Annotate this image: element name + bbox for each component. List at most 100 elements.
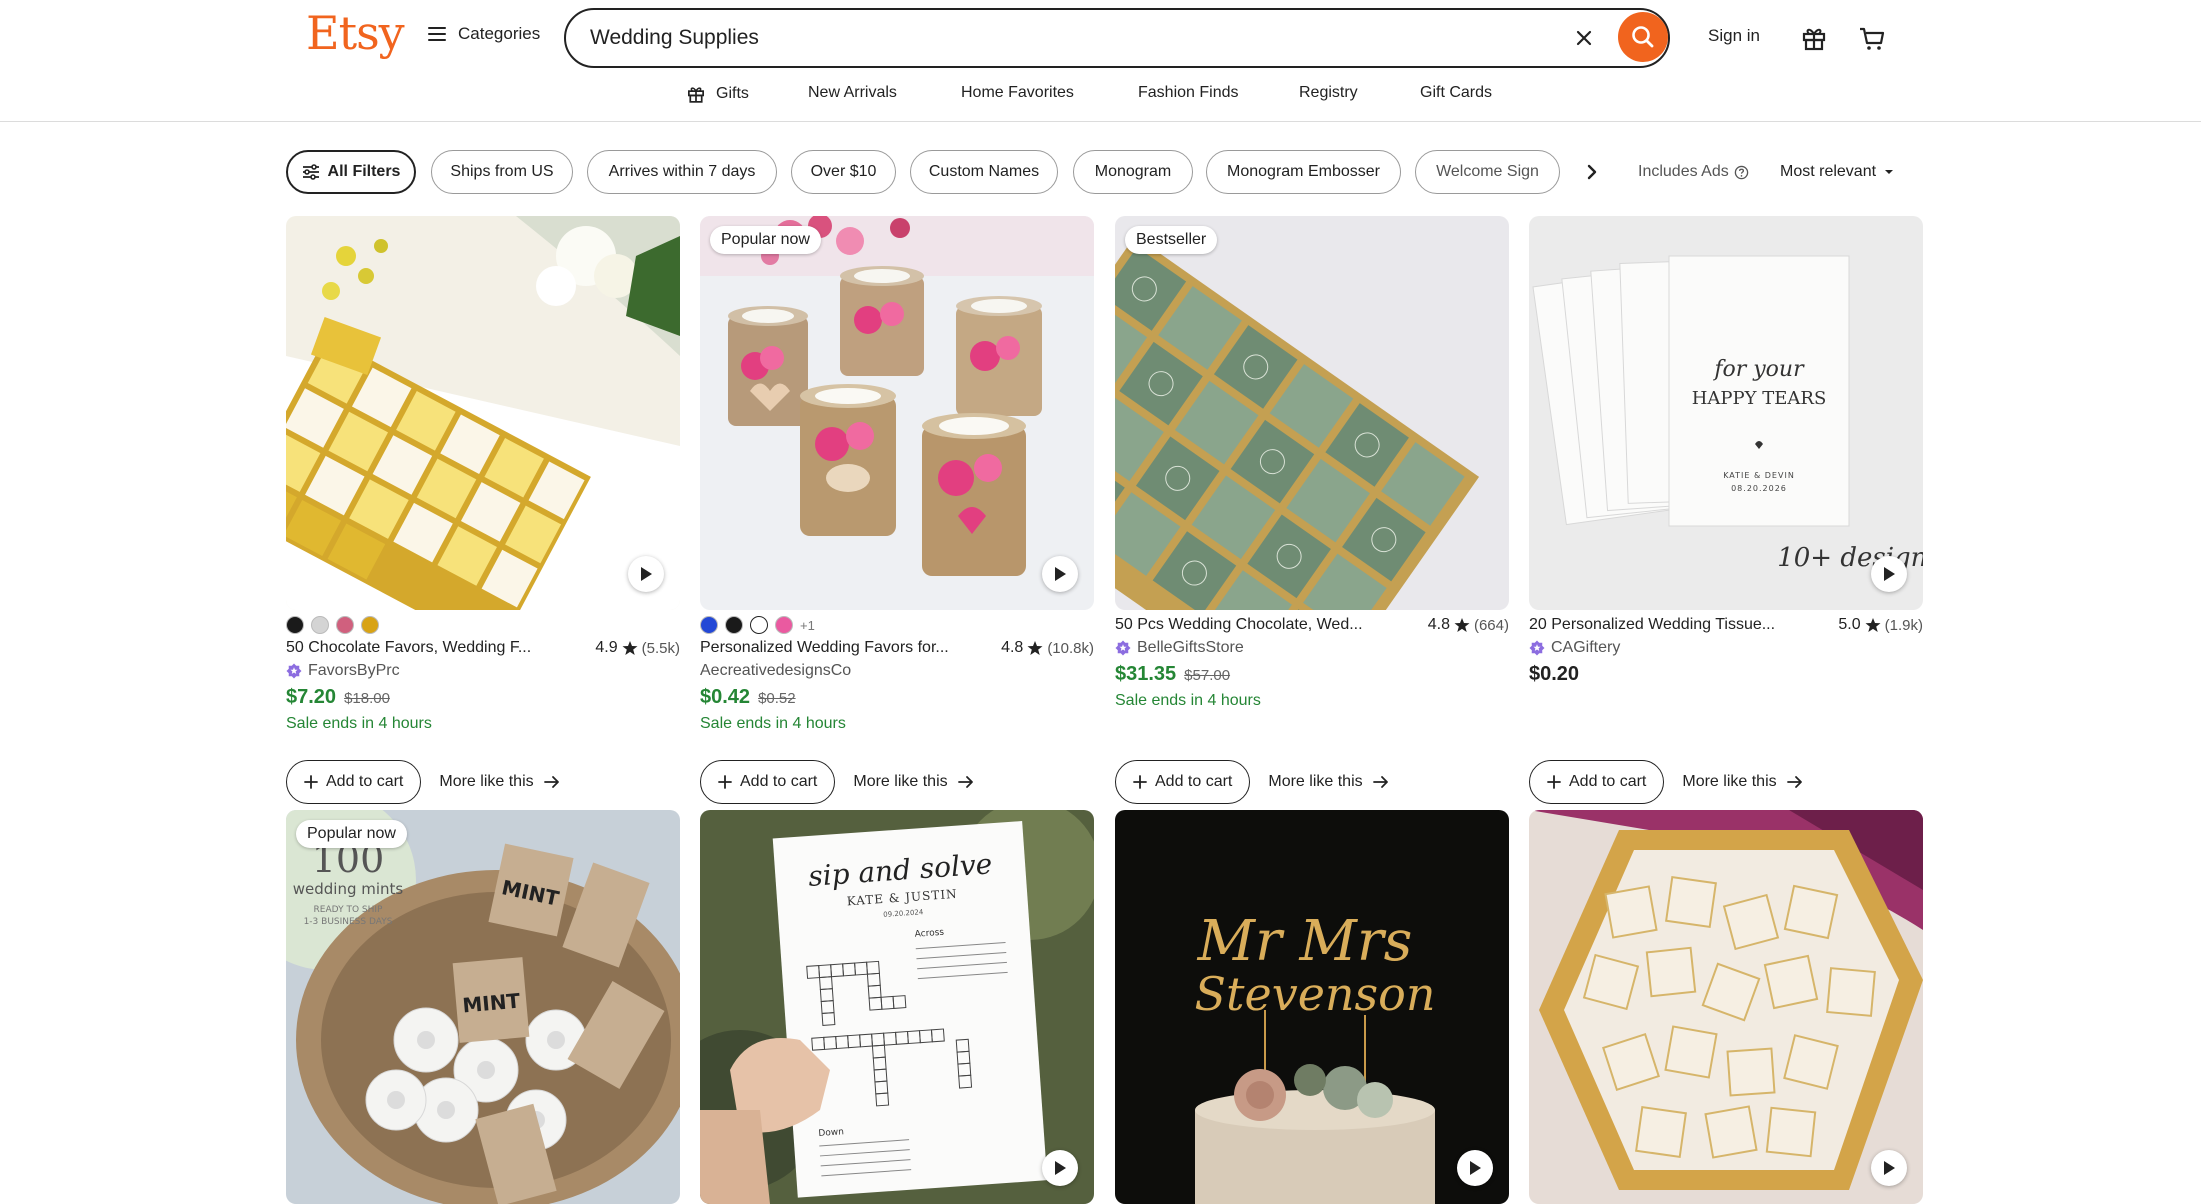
nav-home-favorites[interactable]: Home Favorites (961, 84, 1074, 102)
nav-registry[interactable]: Registry (1299, 84, 1358, 102)
color-swatches (286, 616, 379, 634)
product-card: 50 Chocolate Favors, Wedding F... 4.9 (5… (286, 216, 680, 804)
more-like-this-link[interactable]: More like this (1268, 773, 1388, 791)
chip-arrives-7-days[interactable]: Arrives within 7 days (587, 150, 777, 194)
add-to-cart-button[interactable]: Add to cart (286, 760, 422, 804)
rating: 4.9 (5.5k) (595, 639, 680, 657)
sale-ends-text: Sale ends in 4 hours (286, 715, 432, 732)
search-button[interactable] (1618, 12, 1668, 62)
categories-button[interactable]: Categories (428, 24, 540, 44)
color-swatch[interactable] (311, 616, 329, 634)
etsy-logo[interactable]: Etsy (306, 6, 405, 60)
chip-label: Custom Names (928, 163, 1040, 180)
product-image[interactable]: sip and solve KATE & JUSTIN 09.20.2024 A… (700, 810, 1094, 1204)
chip-custom-names[interactable]: Custom Names (910, 150, 1058, 194)
product-card: sip and solve KATE & JUSTIN 09.20.2024 A… (700, 810, 1094, 1204)
sale-price: $31.35 (1115, 663, 1177, 685)
color-swatch[interactable] (700, 616, 718, 634)
color-swatch[interactable] (750, 616, 768, 634)
play-video-button[interactable] (1042, 1150, 1078, 1186)
product-image[interactable]: MINT MINT 100 wedding mints READY TO SHI… (286, 810, 680, 1204)
chip-monogram-embosser[interactable]: Monogram Embosser (1206, 150, 1401, 194)
nav-fashion-finds[interactable]: Fashion Finds (1138, 84, 1239, 102)
review-count: (1.9k) (1884, 616, 1923, 634)
more-like-this-label: More like this (1268, 773, 1363, 790)
play-video-button[interactable] (1871, 556, 1907, 592)
product-image[interactable]: Popular now (700, 216, 1094, 610)
add-to-cart-button[interactable]: Add to cart (700, 760, 836, 804)
chip-monogram[interactable]: Monogram (1073, 150, 1193, 194)
mints-days-text: 1-3 BUSINESS DAYS (304, 917, 393, 927)
mints-ship-text: READY TO SHIP (314, 905, 383, 915)
nav-gifts[interactable]: Gifts (686, 84, 749, 104)
sort-dropdown[interactable]: Most relevant (1780, 163, 1894, 181)
sale-ends-text: Sale ends in 4 hours (1115, 692, 1261, 709)
product-title[interactable]: Personalized Wedding Favors for... (700, 639, 949, 657)
shop-name[interactable]: FavorsByPrc (286, 662, 400, 680)
add-to-cart-button[interactable]: Add to cart (1115, 760, 1251, 804)
more-like-this-link[interactable]: More like this (439, 773, 559, 791)
add-to-cart-label: Add to cart (1155, 773, 1233, 790)
product-title[interactable]: 50 Chocolate Favors, Wedding F... (286, 639, 531, 657)
color-swatch[interactable] (361, 616, 379, 634)
color-swatch[interactable] (286, 616, 304, 634)
play-video-button[interactable] (1042, 556, 1078, 592)
review-count: (664) (1473, 616, 1509, 634)
add-to-cart-button[interactable]: Add to cart (1529, 760, 1665, 804)
topper-line2-text: Stevenson (1195, 967, 1436, 1021)
search-input[interactable] (590, 10, 1550, 66)
rating-value: 4.9 (595, 639, 618, 656)
cart-icon[interactable] (1856, 22, 1888, 54)
shop-name[interactable]: AecreativedesignsCo (700, 662, 851, 680)
product-image[interactable]: for your HAPPY TEARS KATIE & DEVIN 08.20… (1529, 216, 1923, 610)
arrow-right-icon (957, 776, 973, 788)
nav-new-arrivals[interactable]: New Arrivals (808, 84, 897, 102)
nav-gift-cards[interactable]: Gift Cards (1420, 84, 1492, 102)
includes-ads-info[interactable]: Includes Ads (1638, 163, 1749, 181)
chip-label: Welcome Sign (1436, 163, 1539, 180)
all-filters-label: All Filters (327, 163, 401, 180)
product-title[interactable]: 20 Personalized Wedding Tissue... (1529, 616, 1775, 634)
shop-name[interactable]: CAGiftery (1529, 639, 1620, 657)
more-like-this-link[interactable]: More like this (853, 773, 973, 791)
question-circle-icon (1734, 165, 1748, 179)
chip-welcome-sign[interactable]: Welcome Sign (1415, 150, 1560, 194)
add-to-cart-label: Add to cart (740, 773, 818, 790)
sign-in-link[interactable]: Sign in (1708, 26, 1760, 46)
star-icon (622, 641, 638, 655)
color-swatch[interactable] (775, 616, 793, 634)
product-card: Popular now +1 Personalized Wedding Favo… (700, 216, 1094, 804)
sale-price: $7.20 (286, 686, 337, 708)
product-title[interactable]: 50 Pcs Wedding Chocolate, Wed... (1115, 616, 1363, 634)
play-video-button[interactable] (1457, 1150, 1493, 1186)
product-image[interactable]: Mr Mrs Stevenson (1115, 810, 1509, 1204)
rating: 4.8 (10.8k) (1001, 639, 1094, 657)
title-row: 50 Pcs Wedding Chocolate, Wed... 4.8 (66… (1115, 616, 1509, 634)
search-icon (1632, 26, 1654, 48)
all-filters-button[interactable]: All Filters (286, 150, 416, 194)
chip-over-10[interactable]: Over $10 (791, 150, 896, 194)
chip-label: Over $10 (810, 163, 877, 180)
clear-search-icon[interactable] (1568, 22, 1600, 54)
nav-gifts-label: Gifts (716, 85, 749, 102)
rating-value: 4.8 (1001, 639, 1024, 656)
star-seller-icon (1529, 640, 1545, 656)
shop-name[interactable]: BelleGiftsStore (1115, 639, 1244, 657)
gift-icon[interactable] (1798, 22, 1830, 54)
plus-icon (304, 775, 318, 789)
product-image[interactable] (286, 216, 680, 610)
play-video-button[interactable] (1871, 1150, 1907, 1186)
scroll-filters-right-button[interactable] (1580, 160, 1604, 184)
chip-ships-from-us[interactable]: Ships from US (431, 150, 573, 194)
more-like-this-link[interactable]: More like this (1682, 773, 1802, 791)
arrow-right-icon (543, 776, 559, 788)
chip-label: Monogram Embosser (1227, 163, 1380, 180)
play-video-button[interactable] (628, 556, 664, 592)
product-image[interactable] (1529, 810, 1923, 1204)
color-swatch[interactable] (725, 616, 743, 634)
original-price: $0.52 (758, 690, 796, 707)
filter-sliders-icon (302, 164, 319, 180)
color-swatch[interactable] (336, 616, 354, 634)
product-image[interactable]: Bestseller (1115, 216, 1509, 610)
play-icon (1055, 567, 1066, 581)
